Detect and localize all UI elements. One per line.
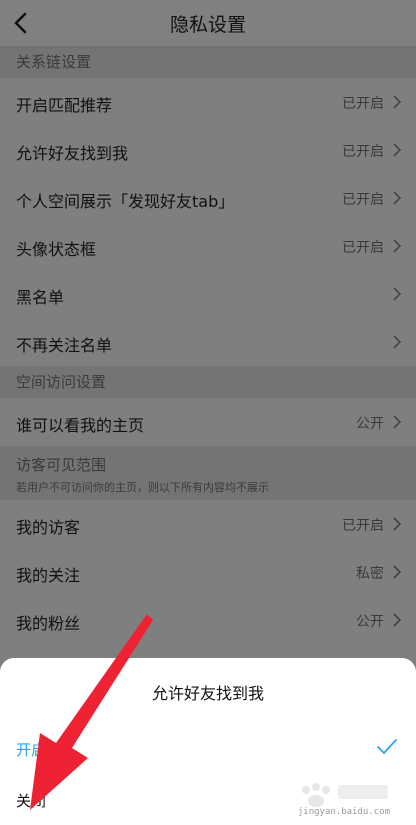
row-value: 已开启: [342, 144, 384, 160]
row-label: 允许好友找到我: [16, 144, 129, 163]
row-value: 已开启: [342, 192, 384, 208]
section-header-space-access: 空间访问设置: [0, 366, 416, 398]
section-title: 关系链设置: [16, 53, 92, 71]
chevron-right-icon: [393, 335, 402, 349]
row-label: 谁可以看我的主页: [16, 416, 145, 435]
chevron-right-icon: [393, 415, 402, 429]
row-my-following[interactable]: 我的关注 私密: [0, 548, 416, 596]
row-label: 黑名单: [16, 288, 65, 307]
chevron-right-icon: [393, 517, 402, 531]
chevron-right-icon: [393, 565, 402, 579]
row-value: 已开启: [342, 240, 384, 256]
chevron-right-icon: [393, 95, 402, 109]
row-label: 我的粉丝: [16, 614, 81, 633]
row-label: 我的关注: [16, 566, 81, 585]
row-value: 公开: [356, 416, 384, 432]
row-match-recommend[interactable]: 开启匹配推荐 已开启: [0, 78, 416, 126]
row-allow-find[interactable]: 允许好友找到我 已开启: [0, 126, 416, 174]
sheet-title: 允许好友找到我: [151, 684, 264, 703]
section-subtitle: 若用户不可访问你的主页，则以下所有内容均不展示: [16, 481, 269, 494]
row-my-fans[interactable]: 我的粉丝 公开: [0, 596, 416, 644]
row-label: 个人空间展示「发现好友tab」: [16, 192, 235, 211]
row-label: 我的访客: [16, 518, 81, 537]
privacy-settings-page: 隐私设置 关系链设置 开启匹配推荐 已开启 允许好友找到我 已开启 个人空间展示…: [0, 0, 416, 825]
row-value: 已开启: [342, 518, 384, 534]
page-title: 隐私设置: [169, 14, 246, 36]
section-header-relations: 关系链设置: [0, 46, 416, 78]
row-avatar-frame[interactable]: 头像状态框 已开启: [0, 222, 416, 270]
chevron-right-icon: [393, 613, 402, 627]
row-label: 不再关注名单: [16, 336, 113, 355]
section-header-visitor-scope: 访客可见范围 若用户不可访问你的主页，则以下所有内容均不展示: [0, 446, 416, 500]
row-label: 开启匹配推荐: [16, 96, 113, 115]
row-label: 头像状态框: [16, 240, 97, 259]
row-discover-tab[interactable]: 个人空间展示「发现好友tab」 已开启: [0, 174, 416, 222]
chevron-right-icon: [393, 239, 402, 253]
row-value: 公开: [356, 614, 384, 630]
row-value: 私密: [356, 566, 384, 582]
option-on[interactable]: 开启: [16, 739, 46, 760]
row-who-can-view[interactable]: 谁可以看我的主页 公开: [0, 398, 416, 446]
nav-bar: 隐私设置: [0, 0, 416, 46]
section-title: 空间访问设置: [16, 373, 107, 391]
watermark-text: jingyan.baidu.com: [297, 807, 390, 817]
option-bottom-sheet: 允许好友找到我 开启 关闭 jingyan.baidu.com: [0, 658, 416, 825]
chevron-right-icon: [393, 191, 402, 205]
section-title: 访客可见范围: [16, 456, 107, 474]
row-unfollow-list[interactable]: 不再关注名单: [0, 318, 416, 366]
chevron-right-icon: [393, 287, 402, 301]
row-value: 已开启: [342, 96, 384, 112]
row-my-visitors[interactable]: 我的访客 已开启: [0, 500, 416, 548]
checkmark-icon: [377, 739, 397, 754]
chevron-right-icon: [393, 143, 402, 157]
row-blacklist[interactable]: 黑名单: [0, 270, 416, 318]
option-off[interactable]: 关闭: [16, 790, 46, 811]
